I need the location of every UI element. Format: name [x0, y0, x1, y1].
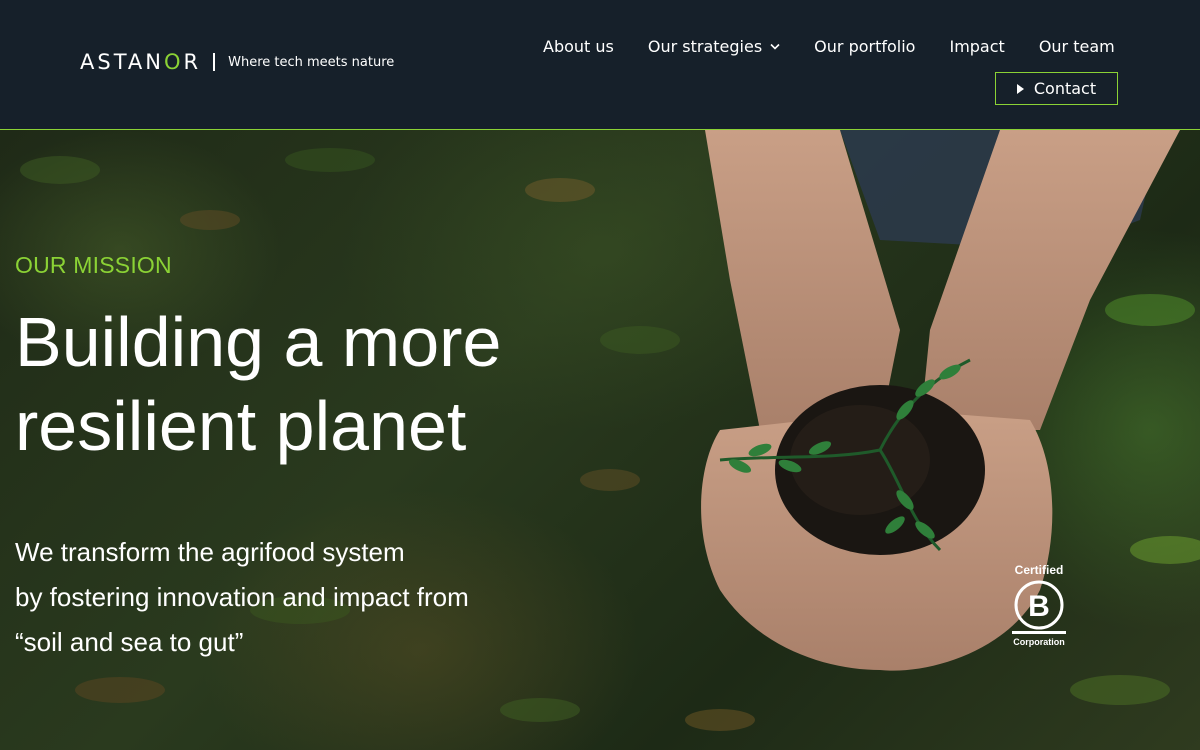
nav-our-team[interactable]: Our team: [1039, 37, 1115, 56]
contact-button[interactable]: Contact: [995, 72, 1118, 105]
nav-about-us[interactable]: About us: [543, 37, 614, 56]
nav-our-strategies[interactable]: Our strategies: [648, 37, 780, 56]
site-header: ASTANOR Where tech meets nature About us…: [0, 0, 1200, 130]
section-eyebrow: OUR MISSION: [15, 252, 172, 278]
brand-logo[interactable]: ASTANOR Where tech meets nature: [80, 50, 394, 74]
nav-our-portfolio[interactable]: Our portfolio: [814, 37, 915, 56]
chevron-down-icon: [770, 43, 780, 50]
nav-impact[interactable]: Impact: [949, 37, 1004, 56]
logo-divider: [213, 53, 216, 71]
b-corp-badge: Certified B Corporation: [1009, 563, 1069, 647]
hero-description: We transform the agrifood system by fost…: [15, 537, 469, 657]
hero-section: OUR MISSION Building a more resilient pl…: [0, 130, 1200, 750]
svg-text:B: B: [1028, 590, 1050, 623]
main-nav: About us Our strategies Our portfolio Im…: [543, 37, 1115, 56]
b-corp-logo: B: [1012, 580, 1066, 634]
play-triangle-icon: [1016, 83, 1024, 94]
hero-headline: Building a more resilient planet: [15, 303, 502, 465]
logo-wordmark: ASTANOR: [80, 50, 202, 74]
brand-tagline: Where tech meets nature: [228, 54, 395, 70]
